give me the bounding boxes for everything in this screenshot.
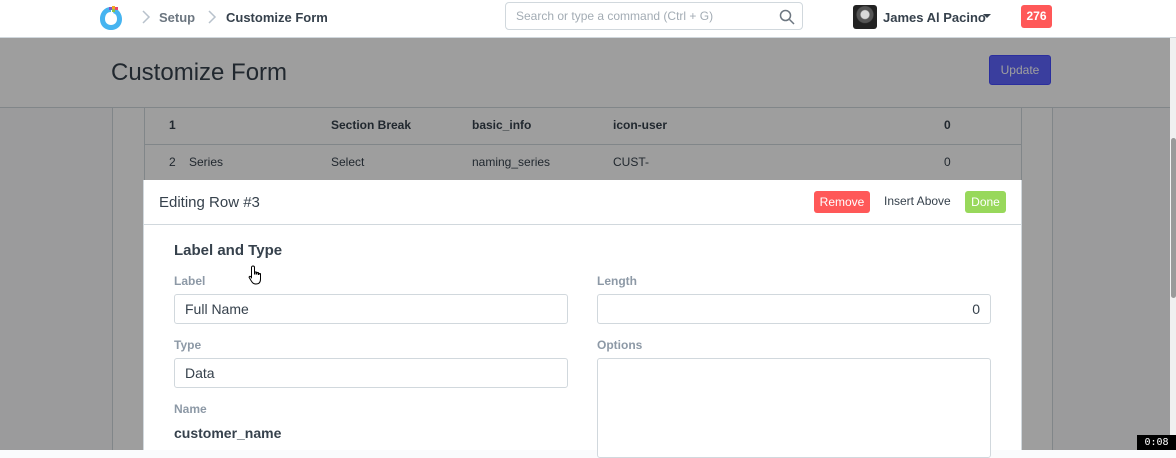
chevron-right-icon [208,10,217,24]
done-button[interactable]: Done [965,191,1006,213]
section-title: Label and Type [174,242,283,259]
recording-timer: 0:08 [1137,435,1176,450]
name-value: customer_name [174,425,282,441]
scrollbar-thumb[interactable] [1171,138,1176,298]
name-field-label: Name [174,402,207,416]
insert-above-link[interactable]: Insert Above [884,194,951,208]
caret-down-icon[interactable] [983,12,991,20]
options-field-label: Options [597,338,643,352]
page-scrollbar[interactable] [1170,38,1176,450]
chevron-right-icon [142,10,151,24]
notification-badge[interactable]: 276 [1021,5,1052,28]
type-select[interactable] [174,358,568,388]
options-textarea[interactable] [597,358,991,458]
pointer-cursor-icon [248,265,261,285]
length-input[interactable] [597,294,991,324]
remove-button[interactable]: Remove [814,191,870,213]
app-logo-icon[interactable] [97,4,125,32]
edit-row-panel: Editing Row #3 Remove Insert Above Done … [143,180,1022,458]
edit-row-title: Editing Row #3 [159,194,260,211]
label-field-label: Label [174,274,206,288]
type-field-label: Type [174,338,202,352]
user-menu-name[interactable]: James Al Pacino [883,10,986,25]
edit-row-header: Editing Row #3 Remove Insert Above Done [144,180,1021,225]
breadcrumb-setup[interactable]: Setup [159,10,195,25]
label-input[interactable] [174,294,568,324]
search-input[interactable] [506,3,776,29]
avatar[interactable] [853,5,877,29]
search-icon[interactable] [779,9,795,25]
length-field-label: Length [597,274,637,288]
breadcrumb-customize-form[interactable]: Customize Form [226,10,328,25]
search-box[interactable] [505,2,803,30]
navbar: Setup Customize Form James Al Pacino 276 [0,0,1176,38]
